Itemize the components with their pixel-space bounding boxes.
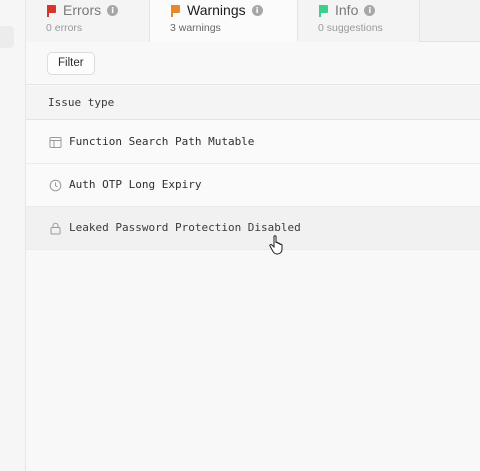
tab-warnings-label: Warnings xyxy=(187,2,246,18)
table-row[interactable]: Function Search Path Mutable xyxy=(26,121,480,164)
tab-warnings[interactable]: Warnings i 3 warnings xyxy=(150,0,298,42)
tab-errors-label: Errors xyxy=(63,2,102,18)
orange-flag-icon xyxy=(170,4,181,17)
tab-info-count: 0 suggestions xyxy=(318,22,383,34)
tab-info-label: Info xyxy=(335,2,359,18)
tab-errors[interactable]: Errors i 0 errors xyxy=(26,0,150,42)
toolbar: Filter xyxy=(26,43,480,85)
filter-button[interactable]: Filter xyxy=(47,52,95,75)
table-icon xyxy=(49,137,62,148)
table-row[interactable]: Leaked Password Protection Disabled xyxy=(26,207,480,250)
info-icon: i xyxy=(364,4,376,16)
row-label: Function Search Path Mutable xyxy=(69,135,255,148)
row-label: Auth OTP Long Expiry xyxy=(69,178,202,191)
issues-table: Function Search Path Mutable Auth OTP Lo… xyxy=(26,121,480,250)
row-label: Leaked Password Protection Disabled xyxy=(69,221,301,234)
lock-icon xyxy=(50,222,61,235)
info-icon: i xyxy=(251,4,263,16)
table-header: Issue type xyxy=(26,86,480,120)
tab-errors-count: 0 errors xyxy=(46,22,83,34)
red-flag-icon xyxy=(46,4,57,17)
main-panel: Errors i 0 errors Warnings i 3 warnings … xyxy=(26,0,480,471)
tab-bar: Errors i 0 errors Warnings i 3 warnings … xyxy=(26,0,480,42)
table-row[interactable]: Auth OTP Long Expiry xyxy=(26,164,480,207)
clock-icon xyxy=(49,179,62,192)
rail-item[interactable] xyxy=(0,26,14,48)
pointer-hand-icon xyxy=(269,235,283,255)
info-icon: i xyxy=(107,4,119,16)
green-flag-icon xyxy=(318,4,329,17)
tab-warnings-count: 3 warnings xyxy=(170,22,221,34)
left-rail xyxy=(0,0,26,471)
tab-info[interactable]: Info i 0 suggestions xyxy=(298,0,420,42)
column-header-issue-type: Issue type xyxy=(48,96,115,109)
